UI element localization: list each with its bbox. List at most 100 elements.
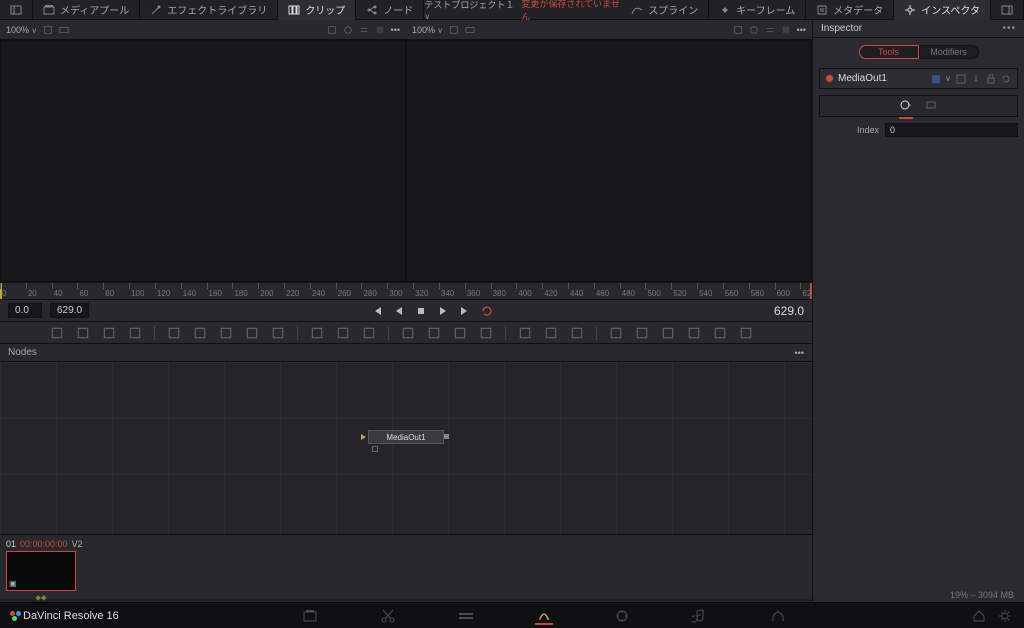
clip-thumbnail[interactable]: ▣ [6, 551, 76, 591]
tracker-icon[interactable] [479, 326, 493, 340]
media-pool-icon [43, 4, 55, 16]
loop-button[interactable] [479, 303, 495, 319]
nodes-panel-dots[interactable]: ••• [795, 348, 804, 358]
page-fusion-button[interactable] [535, 607, 553, 625]
wand-icon [150, 4, 162, 16]
right-viewer-b-icon[interactable] [749, 25, 759, 35]
keyframes-button[interactable]: キーフレーム [709, 0, 806, 20]
right-viewer-dots[interactable]: ••• [797, 25, 806, 35]
left-viewer-d-icon[interactable] [375, 25, 385, 35]
page-color-button[interactable] [613, 607, 631, 625]
left-viewer-dots[interactable]: ••• [391, 25, 400, 35]
clip-fusion-icon: ▣ [9, 579, 17, 588]
page-fairlight-button[interactable] [691, 607, 709, 625]
mask-wand-icon[interactable] [271, 326, 285, 340]
paint-icon[interactable] [128, 326, 142, 340]
metadata-button[interactable]: メタデータ [806, 0, 894, 20]
node-enable-dot[interactable] [826, 75, 833, 82]
reset-icon[interactable] [1001, 74, 1011, 84]
color-corrector-icon[interactable] [310, 326, 324, 340]
mask-polyline-icon[interactable] [167, 326, 181, 340]
crop-icon[interactable] [453, 326, 467, 340]
inspector-dots[interactable]: ••• [1002, 23, 1016, 34]
transform-icon[interactable] [401, 326, 415, 340]
go-end-button[interactable] [457, 303, 473, 319]
play-button[interactable] [435, 303, 451, 319]
right-viewer-d-icon[interactable] [781, 25, 791, 35]
render-icon[interactable] [713, 326, 727, 340]
media-pool-button[interactable]: メディアプール [33, 0, 140, 20]
lock-icon[interactable] [986, 74, 996, 84]
inspector-subtab-settings[interactable] [925, 99, 939, 113]
left-viewer[interactable] [0, 40, 406, 282]
play-reverse-button[interactable] [391, 303, 407, 319]
current-frame-field[interactable]: 0.0 [8, 303, 42, 318]
particles-2-icon[interactable] [609, 326, 623, 340]
inspector-tab-modifiers[interactable]: Modifiers [919, 45, 979, 59]
inspector-subtab-image[interactable] [899, 99, 913, 113]
left-viewer-opt2-icon[interactable] [59, 25, 69, 35]
layout-toggle-button[interactable] [0, 0, 33, 20]
nodes-button[interactable]: ノード [356, 0, 424, 20]
light-icon[interactable] [635, 326, 649, 340]
brand-label: DaVinci Resolve 16 [10, 610, 119, 622]
merge-icon[interactable] [76, 326, 90, 340]
inspector-field-index[interactable] [885, 123, 1018, 137]
inspector-button[interactable]: インスペクタ [894, 0, 991, 20]
versions-icon[interactable] [956, 74, 966, 84]
spline-button[interactable]: スプライン [621, 0, 709, 20]
shape-icon[interactable] [661, 326, 675, 340]
page-media-button[interactable] [301, 607, 319, 625]
right-viewer[interactable] [406, 40, 812, 282]
right-viewer-c-icon[interactable] [765, 25, 775, 35]
page-cut-button[interactable] [379, 607, 397, 625]
right-viewer-a-icon[interactable] [733, 25, 743, 35]
metadata-icon [816, 4, 828, 16]
background-icon[interactable] [50, 326, 64, 340]
left-viewer-b-icon[interactable] [343, 25, 353, 35]
left-viewer-c-icon[interactable] [359, 25, 369, 35]
page-edit-button[interactable] [457, 607, 475, 625]
go-start-button[interactable] [369, 303, 385, 319]
particles-icon[interactable] [570, 326, 584, 340]
text-icon[interactable] [102, 326, 116, 340]
mask-rect-icon[interactable] [245, 326, 259, 340]
layout-icon [10, 4, 22, 16]
layout-right-button[interactable] [991, 0, 1024, 20]
time-ruler[interactable]: 0204060801001201401601802002202402602803… [0, 282, 812, 300]
right-zoom-dropdown[interactable]: 100% [412, 25, 443, 35]
mask-bspline-icon[interactable] [193, 326, 207, 340]
nodes-panel-header: Nodes ••• [0, 344, 812, 362]
node-input-port[interactable] [361, 434, 366, 440]
nodes-flow-area[interactable]: MediaOut1 [0, 362, 812, 534]
node-view-tag[interactable] [372, 446, 378, 452]
inspector-node-row[interactable]: MediaOut1 ∨ [819, 68, 1018, 89]
brightness-icon[interactable] [362, 326, 376, 340]
project-title[interactable]: テストプロジェクト１ [424, 0, 515, 21]
right-viewer-opt2-icon[interactable] [465, 25, 475, 35]
camera-icon[interactable] [544, 326, 558, 340]
left-viewer-a-icon[interactable] [327, 25, 337, 35]
page-deliver-button[interactable] [769, 607, 787, 625]
inspector-tab-tools[interactable]: Tools [859, 45, 919, 59]
project-settings-button[interactable] [996, 607, 1014, 625]
inspector-icon [904, 4, 916, 16]
mask-ellipse-icon[interactable] [219, 326, 233, 340]
effect-library-button[interactable]: エフェクトライブラリ [140, 0, 278, 20]
fog-icon[interactable] [739, 326, 753, 340]
right-viewer-opt1-icon[interactable] [449, 25, 459, 35]
node-mediaout1[interactable]: MediaOut1 [368, 430, 444, 444]
left-viewer-opt1-icon[interactable] [43, 25, 53, 35]
stop-button[interactable] [413, 303, 429, 319]
range-end-field[interactable]: 629.0 [50, 303, 89, 318]
pin-icon[interactable] [971, 74, 981, 84]
clips-button[interactable]: クリップ [278, 0, 356, 20]
home-button[interactable] [970, 607, 988, 625]
node-color-swatch[interactable] [932, 75, 940, 83]
blur-icon[interactable] [336, 326, 350, 340]
planar-icon[interactable] [518, 326, 532, 340]
left-zoom-dropdown[interactable]: 100% [6, 25, 37, 35]
resize-icon[interactable] [427, 326, 441, 340]
3d-icon[interactable] [687, 326, 701, 340]
node-output-port[interactable] [444, 434, 449, 439]
